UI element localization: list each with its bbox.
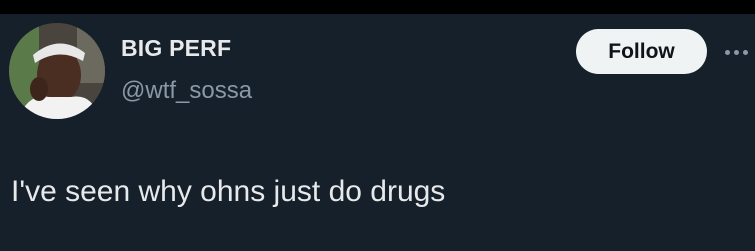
avatar[interactable] [9,23,105,119]
author-handle[interactable]: @wtf_sossa [121,79,252,103]
more-dot [734,49,739,55]
author-display-name[interactable]: BIG PERF [121,37,231,60]
more-options-icon[interactable] [725,38,755,66]
avatar-photo [9,23,105,119]
more-dot [725,49,730,55]
tweet-text: I've seen why ohns just do drugs [11,175,446,208]
top-edge-strip [0,0,755,14]
follow-button[interactable]: Follow [576,29,707,74]
more-dot [743,49,748,55]
